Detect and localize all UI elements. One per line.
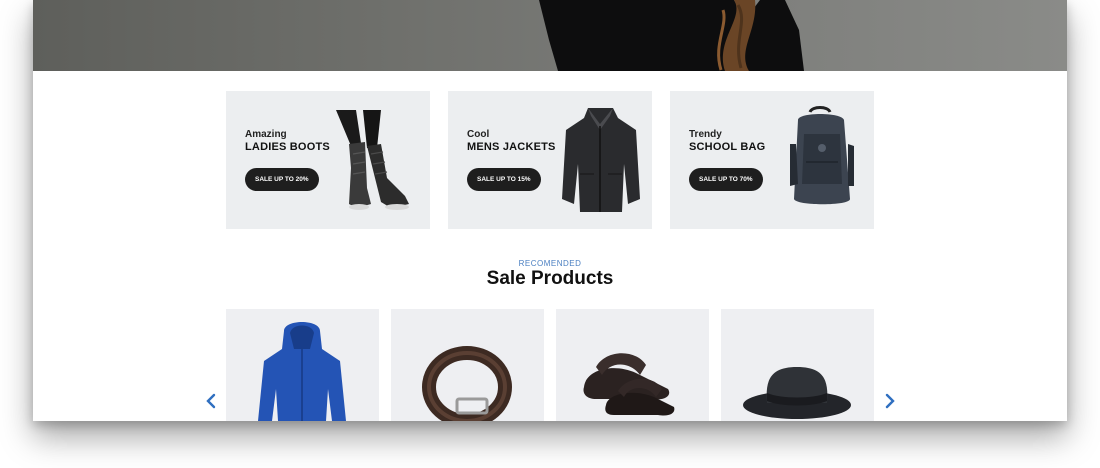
promo-card-bag[interactable]: Trendy SCHOOL BAG SALE UP TO 70% [670, 91, 874, 229]
belt-image [422, 346, 512, 421]
promo-title: SCHOOL BAG [689, 141, 766, 153]
promo-kicker: Trendy [689, 129, 722, 140]
hero-banner [33, 0, 1067, 71]
browser-window: Amazing LADIES BOOTS SALE UP TO 20% Cool… [33, 0, 1067, 421]
promo-title: MENS JACKETS [467, 141, 556, 153]
product-card-hat[interactable] [721, 309, 874, 421]
promo-card-boots[interactable]: Amazing LADIES BOOTS SALE UP TO 20% [226, 91, 430, 229]
section-title: Sale Products [486, 268, 614, 289]
sandals-image [583, 353, 675, 416]
promo-card-jackets[interactable]: Cool MENS JACKETS SALE UP TO 15% [448, 91, 652, 229]
promo-sale-button[interactable]: SALE UP TO 70% [689, 168, 763, 191]
jacket-image [562, 108, 640, 212]
hat-image [743, 367, 851, 419]
promo-title: LADIES BOOTS [245, 141, 330, 153]
hoodie-image [258, 322, 346, 421]
promo-kicker: Amazing [245, 129, 287, 140]
chevron-right-icon[interactable] [882, 392, 898, 410]
promo-kicker: Cool [467, 129, 490, 140]
promo-sale-button[interactable]: SALE UP TO 15% [467, 168, 541, 191]
hero-model-image [539, 0, 804, 71]
product-card-hoodie[interactable] [226, 309, 379, 421]
boots-image [336, 110, 409, 210]
chevron-left-icon[interactable] [203, 392, 219, 410]
product-card-sandals[interactable] [556, 309, 709, 421]
section-eyebrow: RECOMENDED [518, 259, 582, 268]
product-card-belt[interactable] [391, 309, 544, 421]
promo-sale-button[interactable]: SALE UP TO 20% [245, 168, 319, 191]
backpack-image [790, 106, 854, 205]
